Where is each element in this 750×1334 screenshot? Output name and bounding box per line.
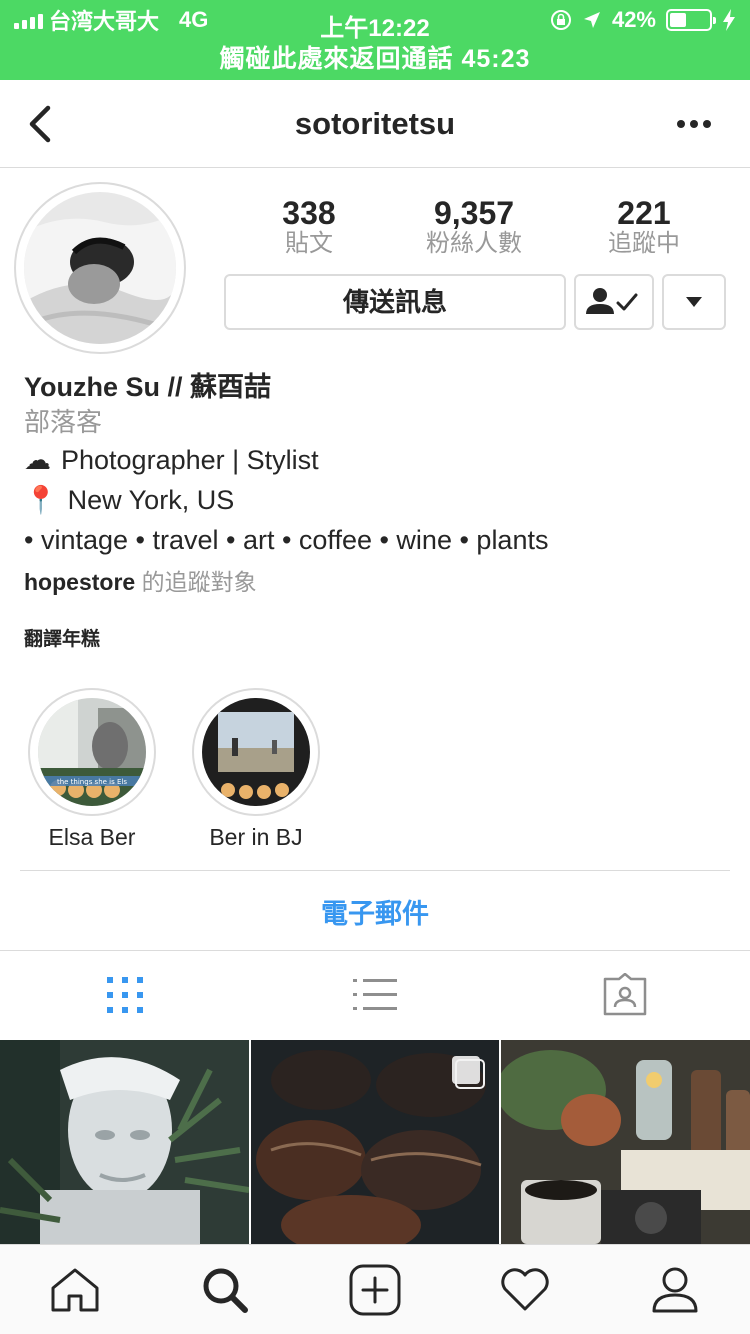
bio-line-interests: • vintage • travel • art • coffee • wine… [24,520,724,560]
followers-stat[interactable]: 9,357 粉絲人數 [404,196,544,258]
bio-interests-text: • vintage • travel • art • coffee • wine… [24,525,549,555]
posts-stat[interactable]: 338 貼文 [254,196,364,258]
add-post-icon [349,1264,401,1315]
search-icon [203,1268,248,1313]
tagged-icon [603,973,647,1016]
chevron-left-icon[interactable] [22,102,62,146]
battery-icon [666,9,716,31]
nav-new-post[interactable] [300,1245,450,1334]
post-thumbnail[interactable] [0,1040,249,1244]
send-message-button[interactable]: 傳送訊息 [224,274,566,330]
heart-icon [501,1267,549,1310]
followed-by[interactable]: hopestore 的追蹤對象 [24,562,724,602]
nav-home[interactable] [0,1245,150,1334]
more-horizontal-icon[interactable] [674,112,714,136]
cloud-icon: ☁ [24,445,51,475]
nav-search[interactable] [150,1245,300,1334]
profile-bio: Youzhe Su // 蘇酉喆 部落客 ☁ Photographer | St… [24,370,724,602]
highlight-cover [202,698,310,806]
avatar-photo [24,192,176,344]
profile-tabs [0,951,750,1039]
battery-level [670,13,686,27]
followers-count: 9,357 [433,195,515,231]
followed-by-user: hopestore [24,569,136,595]
following-label: 追蹤中 [608,230,680,257]
highlight-caption: the things she is Els [57,778,127,786]
posts-label: 貼文 [285,230,333,257]
nav-profile[interactable] [600,1245,750,1334]
page-title: sotoritetsu [294,105,456,141]
home-icon [51,1268,99,1311]
status-bar: 台湾大哥大 4G 上午12:22 42% 觸碰此處來返回通話 45:23 [0,0,750,80]
bio-line-location: 📍 New York, US [24,480,724,520]
profile-category: 部落客 [24,407,103,437]
tab-tagged[interactable] [500,951,750,1039]
list-icon [353,979,397,1010]
followers-label: 粉絲人數 [426,230,522,257]
person-check-icon [586,288,638,314]
grid-icon [107,977,143,1013]
highlight-cover: the things she is Els [38,698,146,806]
bottom-tab-bar [0,1244,750,1334]
suggestions-dropdown-button[interactable] [662,274,726,330]
posts-count: 338 [282,195,336,231]
following-button[interactable] [574,274,654,330]
translate-bio-link[interactable]: 翻譯年糕 [24,624,100,651]
tab-list[interactable] [250,951,500,1039]
profile-icon [652,1267,698,1312]
bio-location-text: New York, US [67,485,235,515]
post-thumbnail[interactable] [501,1040,750,1244]
post-thumbnail[interactable] [250,1040,500,1244]
divider [20,870,730,871]
triangle-down-icon [686,297,702,307]
profile-full-name: Youzhe Su // 蘇酉喆 [24,372,272,402]
bio-line-occupation: ☁ Photographer | Stylist [24,440,724,480]
posts-grid [0,1040,750,1244]
highlight-label: Ber in BJ [209,824,303,850]
pin-icon: 📍 [24,485,58,515]
following-count: 221 [617,195,671,231]
profile-header-bar: sotoritetsu [0,80,750,168]
followed-by-suffix: 的追蹤對象 [141,569,257,595]
nav-activity[interactable] [450,1245,600,1334]
avatar[interactable] [14,182,186,354]
following-stat[interactable]: 221 追蹤中 [584,196,704,258]
story-highlight[interactable]: Ber in BJ [192,688,320,851]
return-to-call-banner[interactable]: 觸碰此處來返回通話 45:23 [0,40,750,80]
email-button[interactable]: 電子郵件 [0,892,750,931]
bio-occupation-text: Photographer | Stylist [61,445,319,475]
tab-grid[interactable] [0,951,250,1039]
clock: 上午12:22 [320,15,430,42]
highlight-label: Elsa Ber [48,824,136,850]
story-highlight[interactable]: the things she is Els Elsa Ber [28,688,156,851]
